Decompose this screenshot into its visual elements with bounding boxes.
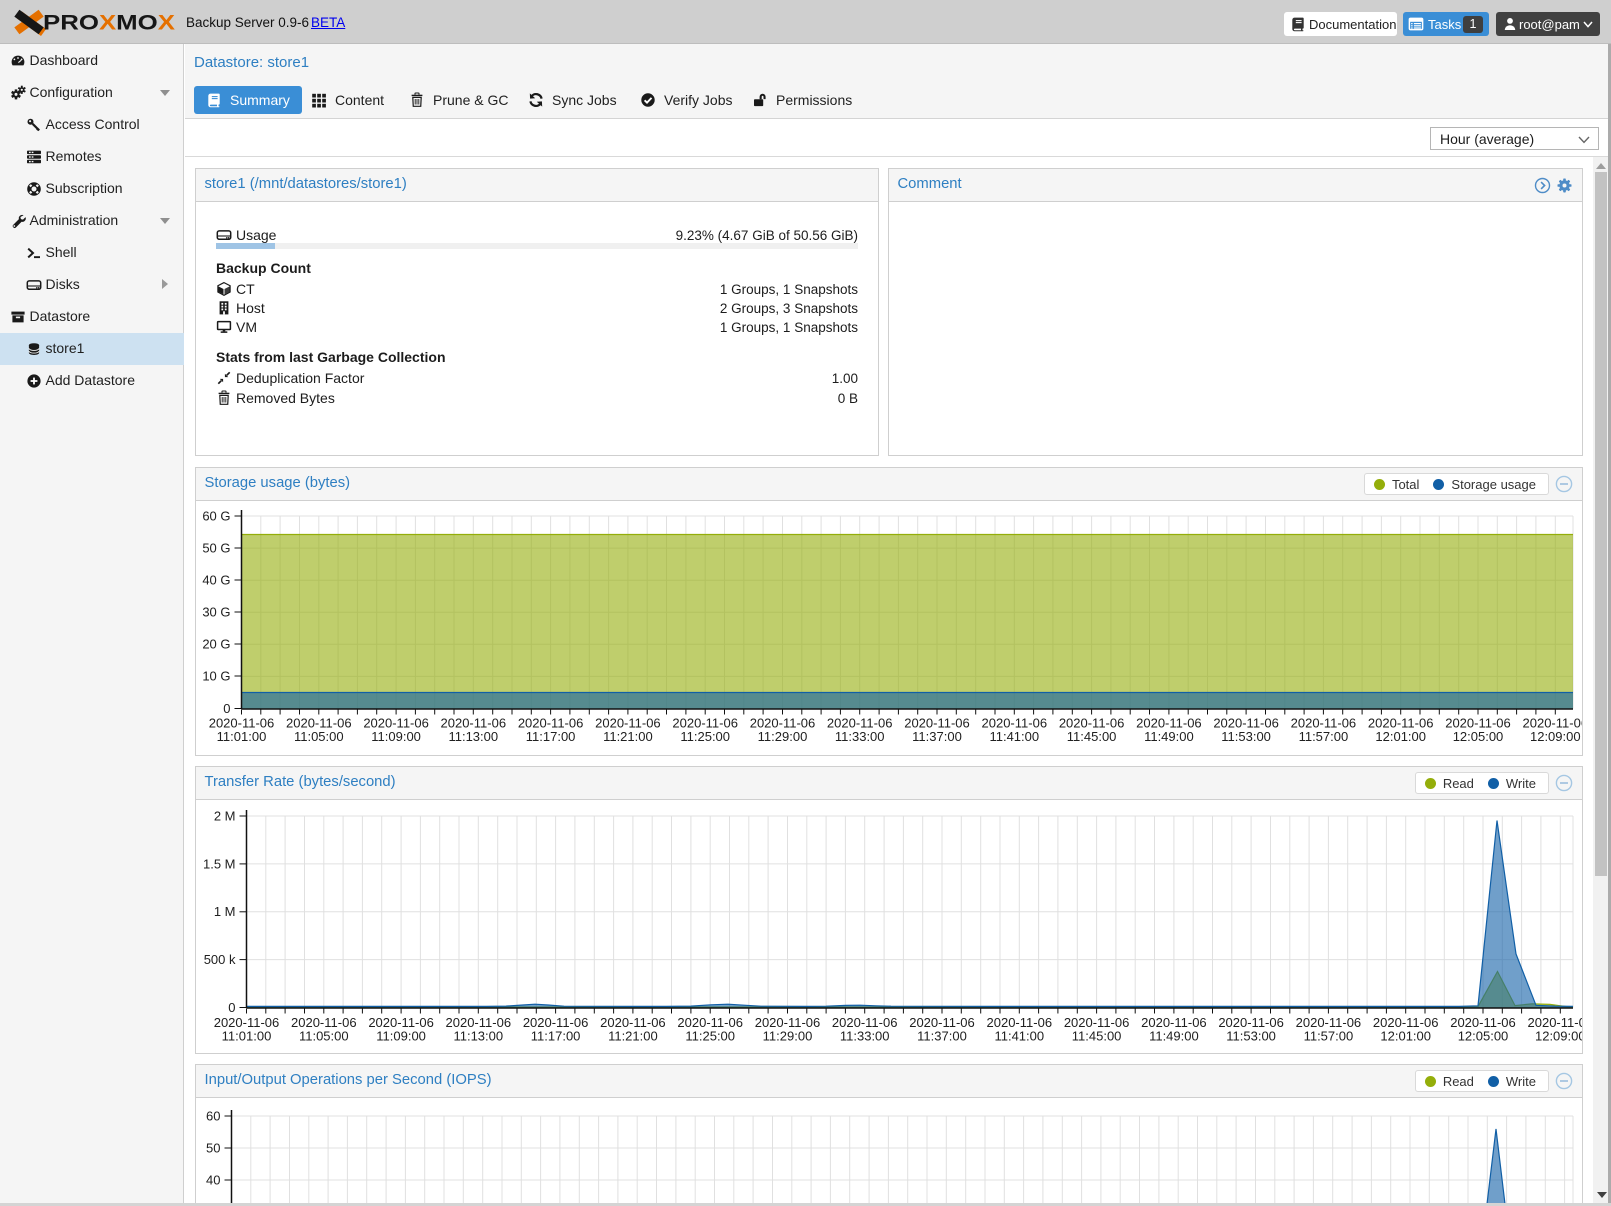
svg-text:11:25:00: 11:25:00 — [685, 1029, 735, 1044]
svg-text:11:49:00: 11:49:00 — [1149, 1029, 1199, 1044]
svg-text:11:49:00: 11:49:00 — [1144, 729, 1194, 744]
svg-text:12:05:00: 12:05:00 — [1453, 729, 1504, 744]
svg-text:11:01:00: 11:01:00 — [217, 729, 267, 744]
svg-text:12:09:00: 12:09:00 — [1530, 729, 1581, 744]
svg-text:11:57:00: 11:57:00 — [1299, 729, 1349, 744]
svg-text:11:09:00: 11:09:00 — [371, 729, 421, 744]
svg-text:11:13:00: 11:13:00 — [453, 1029, 503, 1044]
svg-text:50: 50 — [206, 1141, 220, 1156]
svg-text:11:05:00: 11:05:00 — [299, 1029, 349, 1044]
svg-text:11:41:00: 11:41:00 — [994, 1029, 1044, 1044]
svg-text:11:01:00: 11:01:00 — [222, 1029, 272, 1044]
svg-text:11:09:00: 11:09:00 — [376, 1029, 426, 1044]
svg-text:2 M: 2 M — [214, 809, 236, 824]
svg-text:0: 0 — [228, 1000, 235, 1015]
svg-text:10 G: 10 G — [202, 669, 230, 684]
svg-text:0: 0 — [223, 701, 230, 716]
svg-text:500 k: 500 k — [204, 952, 236, 967]
svg-text:11:53:00: 11:53:00 — [1221, 729, 1271, 744]
svg-text:11:45:00: 11:45:00 — [1067, 729, 1117, 744]
svg-text:40: 40 — [206, 1173, 220, 1188]
svg-text:50 G: 50 G — [202, 541, 230, 556]
svg-text:1 M: 1 M — [214, 904, 236, 919]
svg-text:PROXMOX: PROXMOX — [43, 12, 175, 35]
svg-text:60 G: 60 G — [202, 509, 230, 524]
svg-text:12:01:00: 12:01:00 — [1375, 729, 1426, 744]
svg-text:12:01:00: 12:01:00 — [1380, 1029, 1431, 1044]
svg-text:11:21:00: 11:21:00 — [608, 1029, 658, 1044]
svg-text:11:33:00: 11:33:00 — [840, 1029, 890, 1044]
svg-text:11:37:00: 11:37:00 — [912, 729, 962, 744]
svg-text:11:53:00: 11:53:00 — [1226, 1029, 1276, 1044]
svg-text:12:09:00: 12:09:00 — [1535, 1029, 1582, 1044]
svg-text:11:37:00: 11:37:00 — [917, 1029, 967, 1044]
svg-text:12:05:00: 12:05:00 — [1458, 1029, 1509, 1044]
svg-text:60: 60 — [206, 1109, 220, 1124]
svg-text:11:29:00: 11:29:00 — [758, 729, 808, 744]
svg-text:11:25:00: 11:25:00 — [680, 729, 730, 744]
svg-text:11:17:00: 11:17:00 — [531, 1029, 581, 1044]
svg-text:11:13:00: 11:13:00 — [448, 729, 498, 744]
svg-text:40 G: 40 G — [202, 573, 230, 588]
svg-text:1.5 M: 1.5 M — [203, 856, 236, 871]
svg-text:11:17:00: 11:17:00 — [526, 729, 576, 744]
svg-text:11:41:00: 11:41:00 — [989, 729, 1039, 744]
svg-text:11:05:00: 11:05:00 — [294, 729, 344, 744]
svg-text:11:21:00: 11:21:00 — [603, 729, 653, 744]
svg-text:11:45:00: 11:45:00 — [1072, 1029, 1122, 1044]
svg-text:11:29:00: 11:29:00 — [763, 1029, 813, 1044]
svg-text:11:33:00: 11:33:00 — [835, 729, 885, 744]
svg-text:30 G: 30 G — [202, 605, 230, 620]
svg-text:11:57:00: 11:57:00 — [1304, 1029, 1354, 1044]
svg-text:20 G: 20 G — [202, 637, 230, 652]
